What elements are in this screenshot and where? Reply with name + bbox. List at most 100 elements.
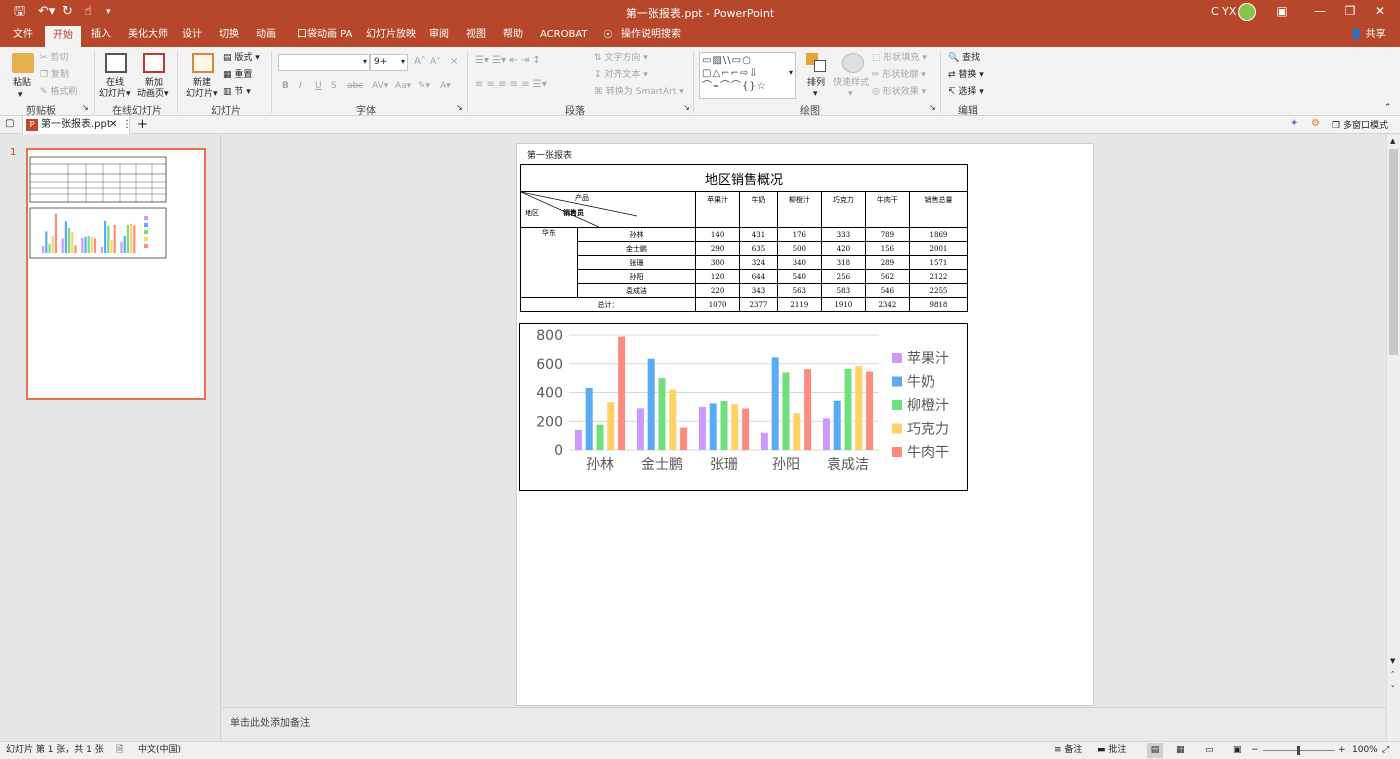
new-slide-icon[interactable]: [192, 53, 214, 73]
clipboard-launcher-icon[interactable]: ↘: [82, 102, 89, 114]
tab-pocket-animation[interactable]: 口袋动画 PA: [297, 28, 352, 42]
section-button[interactable]: ▥ 节 ▾: [223, 86, 251, 98]
comments-toggle[interactable]: ▬ 批注: [1097, 742, 1126, 759]
normal-view-icon[interactable]: ▤: [1147, 743, 1163, 758]
slide-sorter-icon[interactable]: ▦: [1176, 742, 1185, 759]
scroll-down-icon[interactable]: ▼: [1390, 657, 1395, 665]
quick-styles-dropdown-icon[interactable]: ▾: [848, 88, 853, 100]
tab-beautify[interactable]: 美化大师: [128, 28, 168, 42]
ribbon-display-icon[interactable]: ▣: [1272, 4, 1292, 18]
new-animation-page-button[interactable]: 动画页▾: [137, 88, 169, 100]
tab-review[interactable]: 审阅: [429, 28, 449, 42]
slide-heading[interactable]: 第一张报表: [527, 148, 572, 161]
notes-toggle[interactable]: ≡ 备注: [1054, 742, 1082, 759]
reading-view-icon[interactable]: ▭: [1205, 742, 1214, 759]
previous-slide-icon[interactable]: ⌃: [1390, 670, 1396, 678]
multiwindow-button[interactable]: ❐ 多窗口模式: [1332, 118, 1388, 131]
sales-table[interactable]: 地区销售概况 产品 销售员 地区 苹果汁 牛奶 柳橙汁 巧克力 牛肉干 销售总量…: [519, 164, 969, 312]
clear-format-icon[interactable]: ⨯: [450, 56, 458, 68]
scroll-thumb[interactable]: [1389, 149, 1398, 355]
shapes-more-icon[interactable]: ▾: [789, 67, 793, 79]
arrange-icon[interactable]: [806, 53, 828, 73]
char-spacing-icon[interactable]: AV▾: [372, 80, 388, 92]
online-slides-icon[interactable]: [105, 53, 127, 73]
strikethrough-button[interactable]: abc: [347, 80, 363, 92]
convert-smartart-button[interactable]: ⌘ 转换为 SmartArt ▾: [594, 86, 684, 98]
shape-fill-button[interactable]: ⬚ 形状填充 ▾: [872, 52, 927, 64]
scroll-up-icon[interactable]: ▲: [1390, 137, 1395, 145]
shrink-font-icon[interactable]: A˅: [430, 56, 441, 68]
tab-animations[interactable]: 动画: [256, 28, 276, 42]
cut-button[interactable]: ✂ 剪切: [40, 52, 68, 64]
highlight-icon[interactable]: ✎▾: [418, 80, 430, 92]
notes-pane[interactable]: 单击此处添加备注: [222, 707, 1386, 741]
avatar[interactable]: [1238, 3, 1256, 21]
document-tab[interactable]: P 第一张报表.ppt ✕ ⋮: [22, 116, 132, 134]
close-icon[interactable]: ✕: [1370, 4, 1390, 18]
tell-me-search[interactable]: 操作说明搜索: [621, 28, 681, 42]
paste-dropdown-icon[interactable]: ▾: [18, 89, 23, 101]
bullets-icon[interactable]: ☰▾ ☰▾ ⇤ ⇥ ↕: [475, 55, 541, 67]
shape-effects-button[interactable]: ◎ 形状效果 ▾: [872, 86, 926, 98]
slide-canvas[interactable]: 第一张报表 地区销售概况 产品 销售员 地区 苹果汁 牛奶 柳橙汁 巧克力 牛肉…: [516, 143, 1094, 706]
copy-button[interactable]: ❐ 复制: [40, 69, 69, 81]
close-tab-icon[interactable]: ✕: [109, 116, 117, 134]
next-slide-icon[interactable]: ⌄: [1390, 681, 1396, 689]
format-painter-button[interactable]: ✎ 格式刷: [40, 86, 77, 98]
tab-transitions[interactable]: 切换: [219, 28, 239, 42]
tab-acrobat[interactable]: ACROBAT: [540, 28, 588, 42]
shadow-button[interactable]: S: [331, 80, 337, 92]
drawing-launcher-icon[interactable]: ↘: [929, 102, 936, 114]
align-icons[interactable]: ≡ ≡ ≡ ≡ ≡ ☰▾: [475, 79, 547, 91]
new-animation-page-icon[interactable]: [143, 53, 165, 73]
sales-bar-chart[interactable]: 800 600 400 200 0 孙林 金士鹏 张珊 孙阳 袁成洁 苹果汁牛奶柳橙汁巧克力牛肉…: [519, 323, 968, 491]
shapes-gallery[interactable]: ▭▨\\▭○ ▢△⌐⌐⇨⇩ ⌒⌁⌒⌒{}☆: [699, 52, 796, 99]
arrange-dropdown-icon[interactable]: ▾: [813, 88, 818, 100]
italic-button[interactable]: I: [299, 80, 302, 92]
user-name[interactable]: C YX: [1211, 5, 1236, 18]
new-tab-icon[interactable]: +: [137, 116, 148, 133]
shape-outline-button[interactable]: ✏ 形状轮廓 ▾: [872, 69, 926, 81]
zoom-slider-thumb[interactable]: [1297, 746, 1300, 755]
share-button[interactable]: 👤 共享: [1350, 28, 1386, 42]
underline-button[interactable]: U: [315, 80, 322, 92]
zoom-level[interactable]: 100%: [1352, 742, 1378, 759]
tab-design[interactable]: 设计: [182, 28, 202, 42]
zoom-in-icon[interactable]: +: [1338, 742, 1346, 759]
magic-icon[interactable]: ✦: [1290, 118, 1298, 129]
language-indicator[interactable]: 中文(中国): [138, 742, 181, 759]
font-size-dropdown[interactable]: 9+ ▾: [370, 54, 408, 71]
tab-insert[interactable]: 插入: [91, 28, 111, 42]
align-text-button[interactable]: ↧ 对齐文本 ▾: [594, 69, 648, 81]
slide-thumbnail[interactable]: [26, 148, 206, 400]
slideshow-icon[interactable]: ▣: [1233, 742, 1242, 759]
tab-slideshow[interactable]: 幻灯片放映: [366, 28, 416, 42]
spellcheck-icon[interactable]: 🗎: [116, 742, 123, 759]
vertical-scrollbar[interactable]: ▲ ▼ ⌃ ⌄: [1386, 135, 1400, 741]
text-direction-button[interactable]: ⇅ 文字方向 ▾: [594, 52, 648, 64]
zoom-out-icon[interactable]: −: [1251, 742, 1259, 759]
change-case-icon[interactable]: Aa▾: [395, 80, 411, 92]
tab-view[interactable]: 视图: [466, 28, 486, 42]
select-button[interactable]: ↸ 选择 ▾: [948, 86, 984, 98]
restore-icon[interactable]: ❐: [1340, 4, 1360, 18]
gear-icon[interactable]: ⚙: [1311, 118, 1320, 129]
paragraph-launcher-icon[interactable]: ↘: [683, 102, 690, 114]
tab-menu-icon[interactable]: ⋮: [122, 116, 132, 134]
quick-styles-icon[interactable]: [842, 53, 864, 73]
bold-button[interactable]: B: [282, 80, 289, 92]
find-button[interactable]: 🔍 查找: [948, 52, 980, 64]
tab-home[interactable]: 开始: [45, 26, 81, 47]
new-slide-button[interactable]: 幻灯片▾: [186, 88, 218, 100]
replace-button[interactable]: ⇄ 替换 ▾: [948, 69, 984, 81]
paste-button[interactable]: 粘贴: [13, 77, 31, 89]
fit-slide-icon[interactable]: ⤢: [1382, 742, 1389, 759]
layout-button[interactable]: ▤ 版式 ▾: [223, 52, 260, 64]
tab-help[interactable]: 帮助: [503, 28, 523, 42]
font-color-icon[interactable]: A▾: [440, 80, 451, 92]
paste-icon[interactable]: [12, 53, 34, 73]
collapse-ribbon-icon[interactable]: ⌃: [1384, 102, 1392, 114]
file-folder-icon[interactable]: ▢: [5, 118, 14, 129]
reset-button[interactable]: ▦ 重置: [223, 69, 252, 81]
minimize-icon[interactable]: —: [1310, 4, 1330, 18]
